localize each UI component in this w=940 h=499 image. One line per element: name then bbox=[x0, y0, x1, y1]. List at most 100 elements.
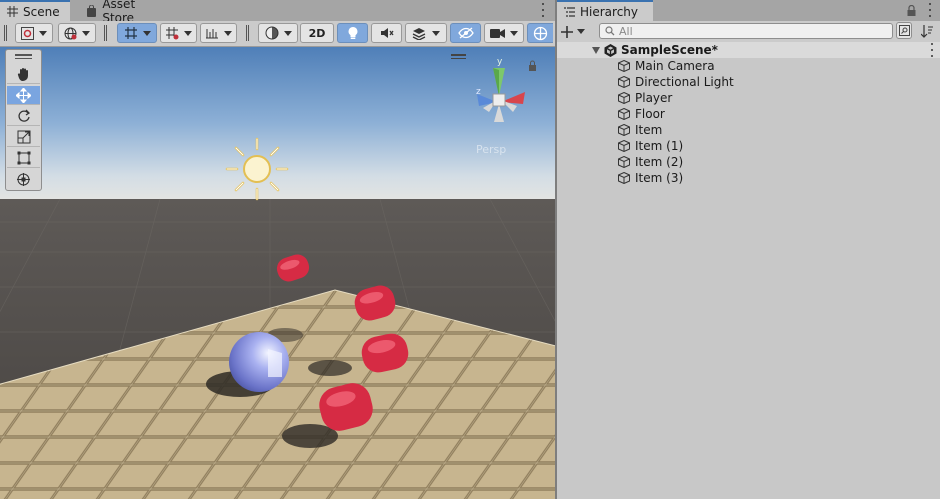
hierarchy-toolbar: All bbox=[557, 21, 940, 43]
chevron-down-icon bbox=[432, 30, 440, 36]
scene-viewport[interactable]: y z Persp bbox=[0, 47, 555, 499]
hierarchy-item-label: Item (2) bbox=[635, 155, 684, 169]
tab-hierarchy-label: Hierarchy bbox=[580, 4, 639, 19]
projection-toggle[interactable]: Persp bbox=[476, 143, 506, 156]
hierarchy-item-row[interactable]: Directional Light bbox=[557, 74, 940, 90]
gameobject-cube-icon bbox=[618, 124, 630, 136]
palette-grip-icon[interactable] bbox=[15, 54, 32, 56]
directional-light-gizmo[interactable] bbox=[225, 137, 289, 201]
hierarchy-item-row[interactable]: Item (2) bbox=[557, 154, 940, 170]
move-arrows-icon bbox=[16, 87, 31, 103]
audio-toggle[interactable] bbox=[371, 23, 402, 43]
search-placeholder: All bbox=[619, 24, 633, 38]
2d-mode-label: 2D bbox=[308, 26, 326, 40]
grid-snap-toggle[interactable] bbox=[117, 23, 157, 43]
plus-icon bbox=[561, 25, 573, 38]
ruler-icon bbox=[205, 27, 219, 39]
lock-icon[interactable] bbox=[907, 5, 916, 16]
toolbar-grip-icon[interactable] bbox=[104, 25, 107, 41]
hierarchy-item-label: Item (3) bbox=[635, 171, 684, 185]
chevron-down-icon bbox=[577, 29, 585, 34]
gizmo-menu-icon[interactable] bbox=[451, 54, 466, 56]
layers-effects-icon bbox=[412, 27, 427, 40]
scene-toolbar: 2D bbox=[0, 21, 555, 47]
hidden-objects-toggle[interactable] bbox=[450, 23, 481, 43]
hand-icon bbox=[17, 67, 31, 81]
hierarchy-item-label: Item (1) bbox=[635, 139, 684, 153]
projection-label: Persp bbox=[476, 143, 506, 156]
hierarchy-tabbar: Hierarchy bbox=[557, 0, 940, 22]
create-dropdown[interactable] bbox=[561, 23, 591, 40]
tab-scene-label: Scene bbox=[23, 4, 60, 19]
tab-asset-store[interactable]: Asset Store bbox=[80, 0, 175, 25]
chevron-down-icon bbox=[224, 30, 232, 36]
rotate-icon bbox=[17, 109, 31, 123]
draw-mode-dropdown[interactable] bbox=[15, 23, 53, 43]
hierarchy-item-label: Item bbox=[635, 123, 663, 137]
draw-mode-icon bbox=[21, 26, 34, 40]
player-sphere[interactable] bbox=[229, 332, 289, 392]
scene-tools-palette bbox=[5, 49, 42, 191]
bag-icon bbox=[86, 5, 97, 17]
gameobject-cube-icon bbox=[618, 156, 630, 168]
hierarchy-more-menu-icon[interactable] bbox=[925, 3, 935, 17]
rect-tool-button[interactable] bbox=[7, 149, 40, 168]
effects-dropdown[interactable] bbox=[405, 23, 447, 43]
search-icon bbox=[605, 26, 615, 36]
scene-options-icon[interactable] bbox=[927, 43, 937, 57]
render-mode-dropdown[interactable] bbox=[58, 23, 96, 43]
grid-icon bbox=[6, 6, 18, 18]
scene-root-row[interactable]: SampleScene* bbox=[557, 42, 940, 58]
gizmos-toggle[interactable] bbox=[527, 23, 553, 43]
grid-snap-icon bbox=[124, 26, 138, 40]
shading-mode-dropdown[interactable] bbox=[258, 23, 298, 43]
toolbar-grip-icon[interactable] bbox=[246, 25, 249, 41]
hierarchy-panel: Hierarchy All SampleScene* Main Camera D… bbox=[557, 0, 940, 499]
hierarchy-item-row[interactable]: Main Camera bbox=[557, 58, 940, 74]
foldout-arrow-icon[interactable] bbox=[592, 46, 600, 54]
hierarchy-item-row[interactable]: Item (3) bbox=[557, 170, 940, 186]
hierarchy-search-field[interactable]: All bbox=[599, 23, 893, 39]
hierarchy-item-label: Directional Light bbox=[635, 75, 734, 89]
scale-tool-button[interactable] bbox=[7, 128, 40, 147]
gizmo-z-label: z bbox=[476, 87, 481, 97]
move-tool-button[interactable] bbox=[7, 86, 40, 105]
lighting-toggle[interactable] bbox=[337, 23, 368, 43]
rotate-tool-button[interactable] bbox=[7, 107, 40, 126]
hand-tool-button[interactable] bbox=[7, 65, 40, 84]
gameobject-cube-icon bbox=[618, 92, 630, 104]
rect-transform-icon bbox=[17, 151, 31, 165]
gizmo-y-label: y bbox=[497, 57, 503, 67]
transform-combo-icon bbox=[16, 172, 31, 187]
scene-more-menu-icon[interactable] bbox=[538, 3, 548, 17]
eye-hidden-icon bbox=[457, 27, 474, 39]
gameobject-cube-icon bbox=[618, 172, 630, 184]
chevron-down-icon bbox=[283, 30, 292, 36]
video-camera-icon bbox=[490, 28, 505, 39]
magnet-grid-icon bbox=[165, 26, 179, 40]
2d-mode-button[interactable]: 2D bbox=[300, 23, 334, 43]
gizmo-globe-icon bbox=[533, 26, 548, 41]
search-by-type-button[interactable] bbox=[896, 22, 912, 39]
hierarchy-item-row[interactable]: Player bbox=[557, 90, 940, 106]
tab-scene[interactable]: Scene bbox=[0, 0, 70, 21]
chevron-down-icon bbox=[184, 30, 192, 36]
toolbar-grip-icon[interactable] bbox=[4, 25, 7, 41]
hierarchy-item-row[interactable]: Item bbox=[557, 122, 940, 138]
hierarchy-item-label: Player bbox=[635, 91, 673, 105]
ruler-dropdown[interactable] bbox=[200, 23, 237, 43]
transform-tool-button[interactable] bbox=[7, 170, 40, 189]
tab-hierarchy[interactable]: Hierarchy bbox=[557, 0, 653, 21]
scene-panel: Scene Asset Store 2D y z Persp bbox=[0, 0, 555, 499]
hierarchy-item-row[interactable]: Item (1) bbox=[557, 138, 940, 154]
camera-settings-dropdown[interactable] bbox=[484, 23, 524, 43]
chevron-down-icon bbox=[142, 30, 151, 36]
gameobject-cube-icon bbox=[618, 76, 630, 88]
scale-icon bbox=[17, 130, 31, 144]
chevron-down-icon bbox=[82, 30, 90, 36]
sort-button[interactable] bbox=[919, 23, 935, 40]
hierarchy-item-label: Floor bbox=[635, 107, 665, 121]
sort-icon bbox=[921, 25, 933, 38]
snap-increment-dropdown[interactable] bbox=[160, 23, 197, 43]
hierarchy-item-row[interactable]: Floor bbox=[557, 106, 940, 122]
